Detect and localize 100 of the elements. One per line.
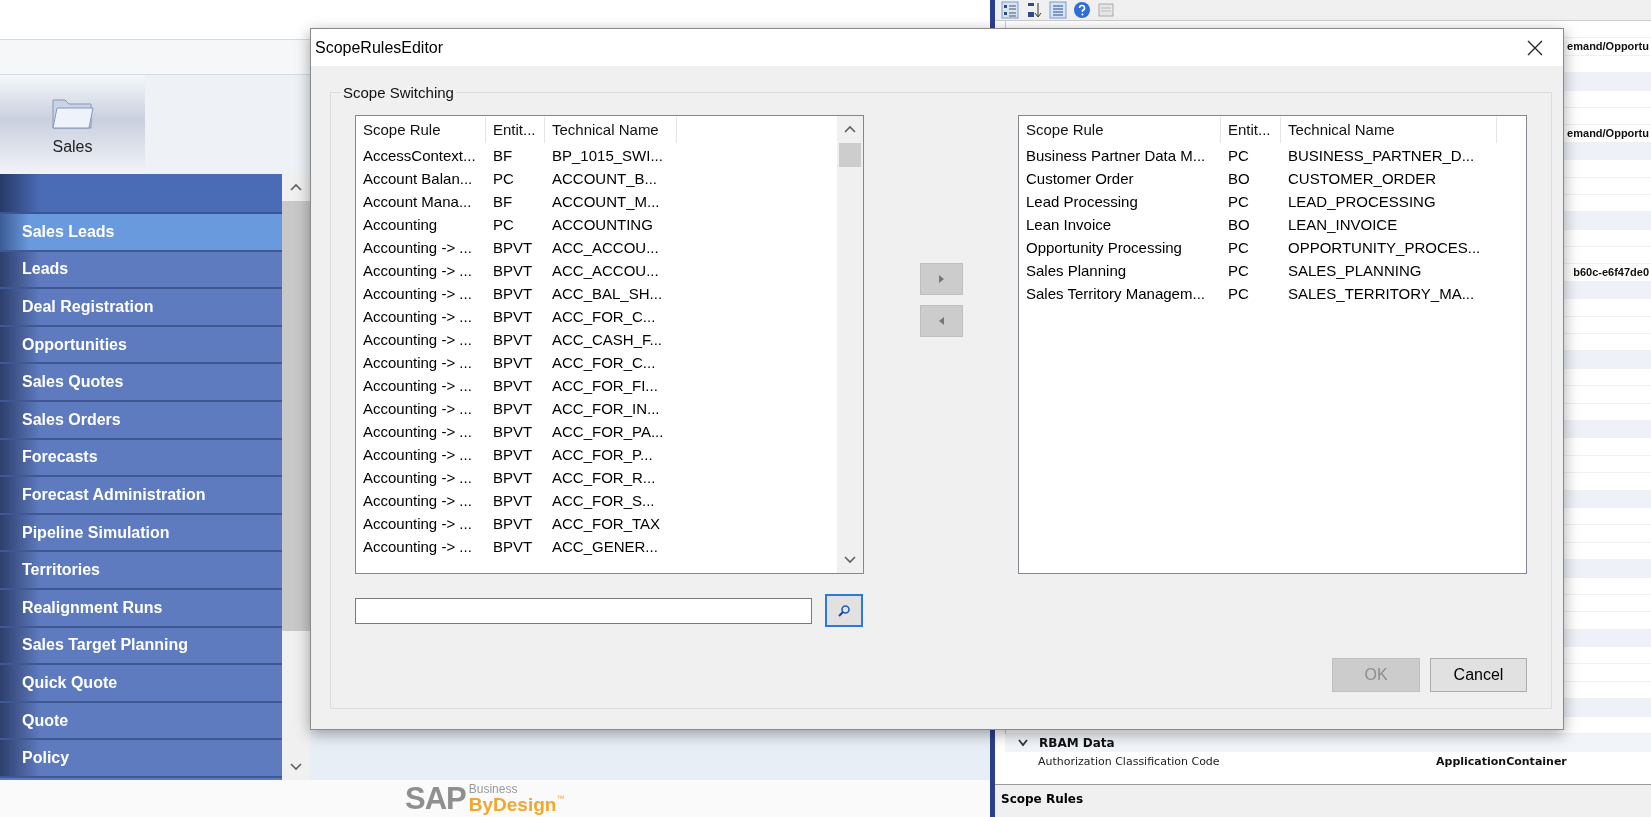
table-cell-text: BPVT: [492, 492, 534, 509]
table-cell-text: LEAN_INVOICE: [1287, 216, 1399, 233]
scroll-thumb[interactable]: [839, 143, 861, 167]
table-cell-text: ACC_FOR_P...: [551, 446, 654, 463]
table-cell-text: Accounting -> ...: [362, 469, 473, 486]
table-cell-text: ACC_GENER...: [551, 538, 659, 555]
right-triangle-icon: [936, 274, 946, 284]
scroll-up-icon: [289, 182, 303, 193]
workcenter-label: Sales: [52, 137, 93, 156]
table-cell-text: Accounting: [362, 216, 439, 233]
table-cell-text: SALES_PLANNING: [1287, 262, 1423, 279]
table-cell-text: Accounting -> ...: [362, 423, 473, 440]
table-cell-text: ACC_FOR_IN...: [551, 400, 661, 417]
table-cell-text: ACC_BAL_SH...: [551, 285, 664, 302]
table-cell-text: Accounting -> ...: [362, 492, 473, 509]
dialog-button[interactable]: Cancel: [1430, 658, 1527, 692]
close-icon[interactable]: [1526, 38, 1544, 57]
list-box[interactable]: [355, 115, 864, 574]
table-cell-text: BF: [492, 147, 514, 164]
table-cell-text: ACC_FOR_C...: [551, 308, 657, 325]
table-cell-text: Accounting -> ...: [362, 262, 473, 279]
table-cell-text: PC: [1227, 239, 1250, 256]
table-cell-text: OPPORTUNITY_PROCES...: [1287, 239, 1482, 256]
column-header[interactable]: Entit...: [486, 117, 545, 143]
table-cell-text: BO: [1227, 170, 1251, 187]
logo-text: SAP: [405, 783, 466, 814]
nav-item[interactable]: Sales Orders: [0, 401, 282, 440]
table-cell-text: Lead Processing: [1025, 193, 1139, 210]
categorized-icon[interactable]: [1001, 1, 1019, 19]
table-cell-text: Opportunity Processing: [1025, 239, 1183, 256]
table-cell-text: BPVT: [492, 423, 534, 440]
scrollbar[interactable]: [837, 116, 863, 573]
nav-item[interactable]: Quick Quote: [0, 665, 282, 703]
table-cell-text: Sales Territory Managem...: [1025, 285, 1206, 302]
search-button[interactable]: [825, 594, 863, 627]
column-header[interactable]: Entit...: [1221, 117, 1281, 143]
nav-item[interactable]: Opportunities: [0, 326, 282, 365]
table-cell-text: BPVT: [492, 331, 534, 348]
search-icon: [837, 603, 851, 618]
table-cell-text: AccessContext...: [362, 147, 477, 164]
list-box[interactable]: [1018, 115, 1527, 574]
chevron-icon[interactable]: [1017, 738, 1029, 748]
group-header[interactable]: RBAM Data: [1005, 734, 1651, 752]
table-cell-text: BPVT: [492, 239, 534, 256]
nav-item[interactable]: Pipeline Simulation: [0, 514, 282, 553]
search-field[interactable]: [355, 597, 812, 624]
column-header[interactable]: Scope Rule: [356, 117, 486, 143]
table-cell-text: CUSTOMER_ORDER: [1287, 170, 1438, 187]
table-cell-text: ACC_FOR_C...: [551, 354, 657, 371]
table-cell-text: Lean Invoice: [1025, 216, 1113, 233]
nav-item[interactable]: Forecasts: [0, 439, 282, 478]
group-title: RBAM Data: [1039, 736, 1115, 750]
table-cell-text: ACC_FOR_TAX: [551, 515, 662, 532]
table-cell-text: BPVT: [492, 354, 534, 371]
nav-item[interactable]: Policy: [0, 740, 282, 778]
table-cell-text: ACCOUNTING: [551, 216, 654, 233]
table-cell-text: Accounting -> ...: [362, 377, 473, 394]
nav-item[interactable]: Forecast Administration: [0, 477, 282, 515]
table-cell-text: Accounting -> ...: [362, 239, 473, 256]
property-value: ApplicationContainer: [1436, 754, 1567, 768]
table-cell-text: ACC_CASH_F...: [551, 331, 664, 348]
group-label: Scope Switching: [342, 84, 455, 101]
table-cell-text: ACCOUNT_B...: [551, 170, 658, 187]
nav-item[interactable]: Territories: [0, 552, 282, 590]
column-header[interactable]: Scope Rule: [1019, 117, 1221, 143]
nav-item[interactable]: Leads: [0, 251, 282, 290]
table-cell-text: BPVT: [492, 262, 534, 279]
nav-item[interactable]: Quote: [0, 702, 282, 741]
table-cell-text: PC: [492, 216, 515, 233]
help-icon[interactable]: [1073, 1, 1091, 19]
table-cell-text: PC: [1227, 193, 1250, 210]
table-cell-text: BPVT: [492, 538, 534, 555]
scroll-down-icon: [289, 761, 303, 772]
nav-item[interactable]: Sales Leads: [0, 214, 282, 252]
scrollbar[interactable]: [282, 174, 310, 780]
table-cell-text: Account Balan...: [362, 170, 474, 187]
property-value: b60c-e6f47de0: [1573, 265, 1650, 281]
scroll-thumb[interactable]: [282, 201, 310, 631]
column-header[interactable]: Technical Name: [1281, 117, 1497, 143]
table-cell-text: BPVT: [492, 400, 534, 417]
nav-item[interactable]: Sales Quotes: [0, 364, 282, 402]
table-cell-text: BPVT: [492, 285, 534, 302]
column-header[interactable]: Technical Name: [545, 117, 677, 143]
nav-item[interactable]: Deal Registration: [0, 289, 282, 327]
nav-item[interactable]: Sales Target Planning: [0, 627, 282, 666]
sort-icon[interactable]: [1025, 1, 1043, 19]
table-cell-text: PC: [1227, 262, 1250, 279]
scroll-down-icon: [843, 554, 857, 565]
table-cell-text: BF: [492, 193, 514, 210]
list-icon[interactable]: [1049, 1, 1067, 19]
logo-text: ByDesign: [468, 795, 557, 814]
table-cell-text: Accounting -> ...: [362, 515, 473, 532]
table-cell-text: ACC_FOR_S...: [551, 492, 656, 509]
table-cell-text: PC: [1227, 285, 1250, 302]
table-cell-text: ACC_FOR_FI...: [551, 377, 659, 394]
nav-item[interactable]: Realignment Runs: [0, 589, 282, 628]
table-cell-text: ACC_FOR_R...: [551, 469, 657, 486]
table-cell-text: BP_1015_SWI...: [551, 147, 664, 164]
table-cell-text: SALES_TERRITORY_MA...: [1287, 285, 1476, 302]
scroll-up-icon: [843, 124, 857, 135]
